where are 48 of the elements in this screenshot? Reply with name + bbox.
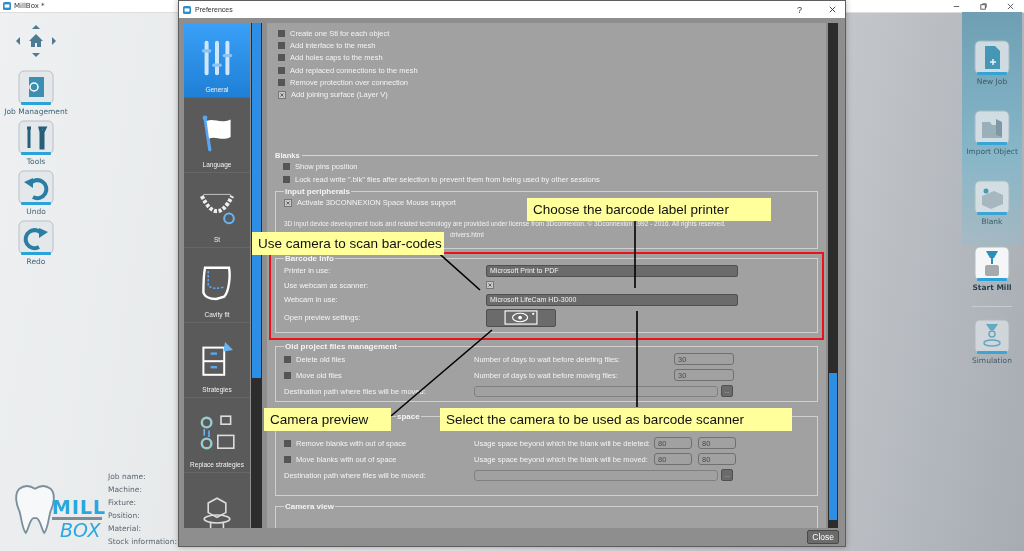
- leader-line: [634, 220, 636, 289]
- checkbox[interactable]: [278, 66, 285, 74]
- annotation-tooltip: Camera preview: [264, 408, 391, 431]
- preview-button[interactable]: [486, 308, 556, 327]
- folder-icon: [974, 110, 1010, 146]
- help-button[interactable]: ?: [797, 4, 802, 15]
- navigation-arrows-icon[interactable]: [15, 24, 57, 58]
- checkbox[interactable]: [283, 163, 290, 171]
- close-icon[interactable]: [828, 5, 837, 14]
- tools-icon: [18, 120, 54, 156]
- checkbox[interactable]: [278, 41, 285, 49]
- group-title: Old project files management: [284, 342, 399, 352]
- annotation-tooltip: Select the camera to be used as barcode scanner: [440, 408, 792, 431]
- checkbox[interactable]: [278, 90, 286, 99]
- annotation-tooltip: Choose the barcode label printer: [527, 198, 771, 221]
- app-icon: [183, 5, 191, 14]
- checkbox[interactable]: [278, 78, 285, 86]
- spiral-tool-icon: [974, 319, 1010, 355]
- group-title: space: [396, 412, 421, 422]
- logo-underline: [52, 517, 102, 520]
- group-title: Barcode Info: [284, 254, 335, 264]
- checkbox[interactable]: [284, 355, 291, 363]
- checkbox[interactable]: [486, 281, 494, 290]
- document-icon: [18, 70, 54, 106]
- path-field[interactable]: [474, 469, 718, 481]
- checkbox[interactable]: [284, 371, 291, 379]
- checkbox[interactable]: [284, 198, 292, 207]
- path-field[interactable]: [474, 385, 718, 397]
- logo-text: MILL: [52, 498, 107, 516]
- eye-icon: [504, 310, 538, 326]
- milling-machine-icon: [974, 246, 1010, 282]
- undo-icon: [18, 170, 54, 206]
- group-title: Input peripherals: [284, 187, 351, 197]
- redo-icon: [18, 220, 54, 256]
- annotation-tooltip: Use camera to scan bar-codes: [252, 232, 444, 255]
- checkbox[interactable]: [284, 439, 291, 447]
- logo-text: BOX: [60, 520, 102, 540]
- checkbox[interactable]: [278, 54, 285, 62]
- checkbox[interactable]: [284, 455, 291, 463]
- close-icon[interactable]: [1006, 1, 1015, 11]
- block-icon: [974, 180, 1010, 216]
- close-button[interactable]: Close: [807, 530, 839, 544]
- checkbox[interactable]: [278, 29, 285, 37]
- group-title: Camera view: [284, 502, 335, 512]
- checkbox[interactable]: [283, 175, 290, 183]
- scrollbar[interactable]: [828, 23, 838, 528]
- document-plus-icon: [974, 40, 1010, 76]
- restore-icon[interactable]: [979, 1, 988, 11]
